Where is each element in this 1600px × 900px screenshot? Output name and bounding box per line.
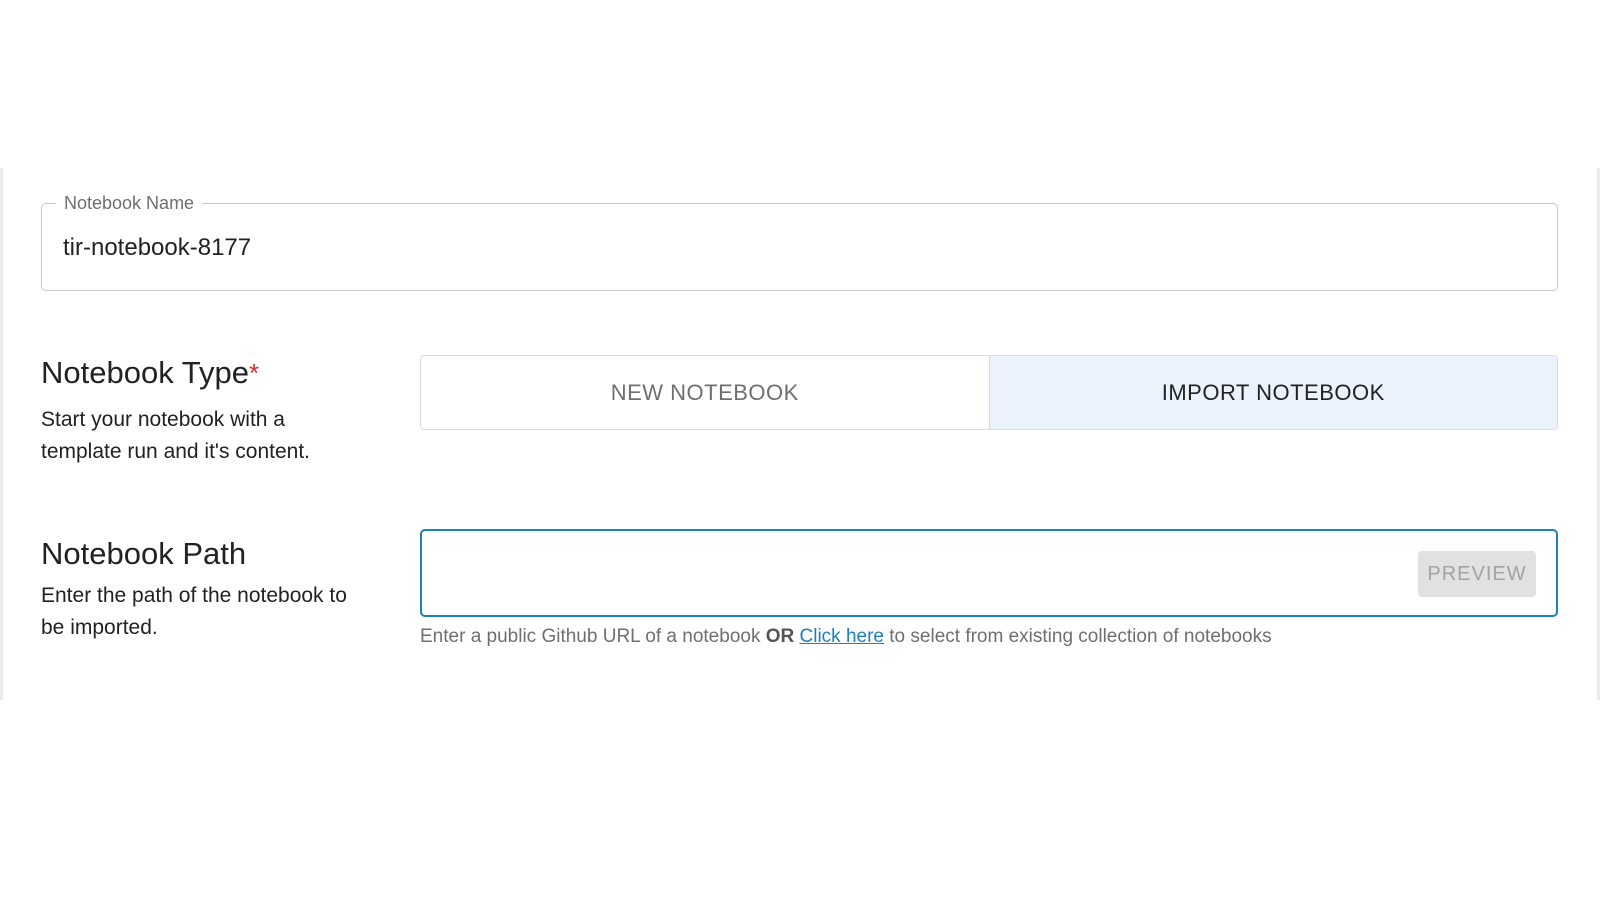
notebook-path-description: Enter the path of the notebook to be imp… — [41, 584, 347, 639]
notebook-type-title-text: Notebook Type — [41, 355, 249, 390]
new-notebook-button[interactable]: NEW NOTEBOOK — [421, 356, 989, 429]
helper-or: OR — [765, 626, 795, 647]
helper-prefix: Enter a public Github URL of a notebook — [420, 626, 761, 647]
notebook-path-field[interactable]: PREVIEW — [420, 529, 1558, 617]
notebook-path-helper: Enter a public Github URL of a notebook … — [420, 626, 1272, 648]
notebook-name-field[interactable]: Notebook Name — [41, 192, 1558, 291]
notebook-path-title: Notebook Path — [41, 536, 247, 571]
notebook-type-description: Start your notebook with a template run … — [41, 408, 311, 463]
page: Notebook Name Notebook Type* Start your … — [0, 0, 1600, 900]
required-marker: * — [248, 358, 260, 388]
notebook-type-title: Notebook Type* — [41, 355, 259, 391]
notebook-name-label: Notebook Name — [56, 192, 203, 214]
notebook-path-input[interactable] — [438, 551, 1388, 595]
notebook-name-input[interactable] — [63, 232, 1523, 264]
preview-button[interactable]: PREVIEW — [1418, 551, 1536, 597]
helper-suffix: to select from existing collection of no… — [889, 626, 1272, 647]
notebook-type-toggle: NEW NOTEBOOK IMPORT NOTEBOOK — [420, 355, 1558, 430]
import-notebook-button[interactable]: IMPORT NOTEBOOK — [988, 356, 1557, 429]
click-here-link[interactable]: Click here — [800, 626, 884, 647]
